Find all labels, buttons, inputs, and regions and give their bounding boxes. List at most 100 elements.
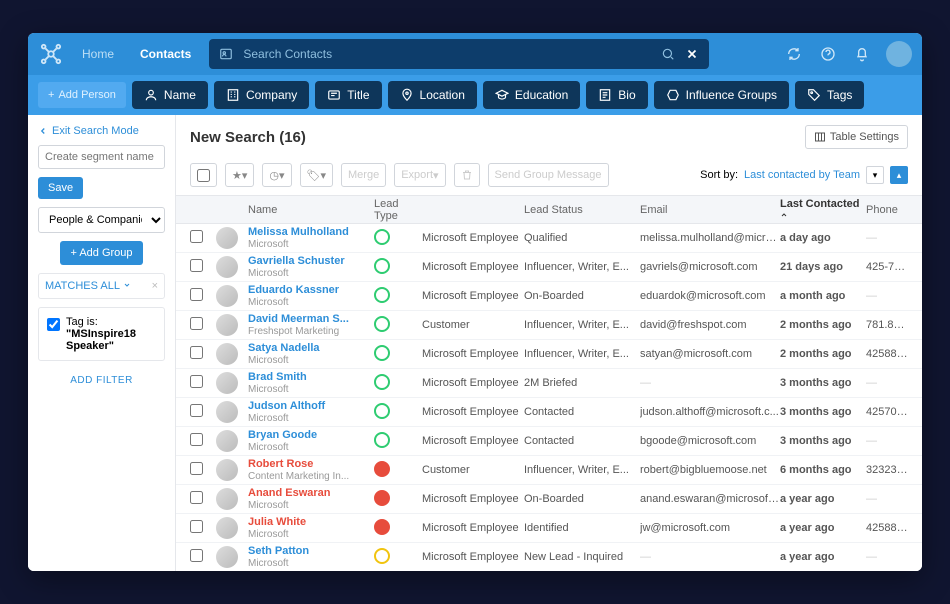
remove-match-icon[interactable]: ×	[152, 280, 158, 292]
col-lastcontacted[interactable]: Last Contacted	[780, 198, 866, 222]
people-companies-select[interactable]: People & Companies	[38, 207, 165, 233]
delete-button[interactable]	[454, 163, 480, 187]
add-filter-button[interactable]: ADD FILTER	[38, 369, 165, 392]
email: —	[640, 551, 780, 563]
phone: —	[866, 551, 908, 563]
add-person-button[interactable]: +Add Person	[38, 82, 126, 108]
table-row[interactable]: Julia WhiteMicrosoftMicrosoft EmployeeId…	[176, 514, 922, 543]
contact-company: Freshspot Marketing	[248, 326, 374, 337]
exit-search-link[interactable]: Exit Search Mode	[38, 125, 165, 137]
row-checkbox[interactable]	[190, 259, 203, 272]
save-button[interactable]: Save	[38, 177, 83, 199]
avatar	[216, 430, 238, 452]
merge-button[interactable]: Merge	[341, 163, 386, 187]
row-checkbox[interactable]	[190, 520, 203, 533]
col-leadtype[interactable]: Lead Type	[374, 198, 422, 222]
filter-pill-bio[interactable]: Bio	[586, 81, 647, 109]
sort-value[interactable]: Last contacted by Team	[744, 169, 860, 181]
email: anand.eswaran@microsoft.com	[640, 493, 780, 505]
table-row[interactable]: Eduardo KassnerMicrosoftMicrosoft Employ…	[176, 282, 922, 311]
row-checkbox[interactable]	[190, 288, 203, 301]
tag-button[interactable]: 🏷▾	[300, 163, 334, 187]
lead-status: Influencer, Writer, E...	[524, 464, 640, 476]
email: eduardok@microsoft.com	[640, 290, 780, 302]
add-group-button[interactable]: + Add Group	[60, 241, 142, 265]
contact-name[interactable]: Julia White	[248, 516, 374, 528]
bell-icon[interactable]	[852, 44, 872, 64]
select-all-checkbox[interactable]	[190, 163, 217, 187]
col-leadstatus[interactable]: Lead Status	[524, 204, 640, 216]
table-row[interactable]: Melissa MulhollandMicrosoftMicrosoft Emp…	[176, 224, 922, 253]
contact-name[interactable]: Robert Rose	[248, 458, 374, 470]
last-contacted: 3 months ago	[780, 406, 866, 418]
table-row[interactable]: Seth PattonMicrosoftMicrosoft EmployeeNe…	[176, 543, 922, 571]
export-button[interactable]: Export ▾	[394, 163, 445, 187]
lead-type: Microsoft Employee	[422, 406, 524, 418]
row-checkbox[interactable]	[190, 346, 203, 359]
filter-pill-name[interactable]: Name	[132, 81, 208, 109]
table-row[interactable]: Judson AlthoffMicrosoftMicrosoft Employe…	[176, 398, 922, 427]
filter-pill-company[interactable]: Company	[214, 81, 309, 109]
contact-name[interactable]: David Meerman S...	[248, 313, 374, 325]
row-checkbox[interactable]	[190, 317, 203, 330]
status-dot-icon	[374, 519, 390, 535]
sync-icon[interactable]	[784, 44, 804, 64]
table-settings-button[interactable]: Table Settings	[805, 125, 908, 149]
search-input[interactable]	[243, 47, 651, 61]
main-panel: New Search (16) Table Settings ★▾ ◷▾ 🏷▾ …	[176, 115, 922, 571]
filter-pill-location[interactable]: Location	[388, 81, 477, 109]
sort-asc-button[interactable]: ▾	[866, 166, 884, 184]
user-avatar[interactable]	[886, 41, 912, 67]
table-row[interactable]: Brad SmithMicrosoftMicrosoft Employee2M …	[176, 369, 922, 398]
col-email[interactable]: Email	[640, 204, 780, 216]
row-checkbox[interactable]	[190, 433, 203, 446]
table-row[interactable]: Robert RoseContent Marketing In...Custom…	[176, 456, 922, 485]
tag-filter-checkbox[interactable]	[47, 318, 60, 331]
row-checkbox[interactable]	[190, 230, 203, 243]
avatar	[216, 372, 238, 394]
nav-home[interactable]: Home	[74, 47, 122, 61]
contact-name[interactable]: Eduardo Kassner	[248, 284, 374, 296]
timer-button[interactable]: ◷▾	[262, 163, 291, 187]
lead-status: On-Boarded	[524, 493, 640, 505]
filter-pill-influence-groups[interactable]: Influence Groups	[654, 81, 789, 109]
segment-name-input[interactable]	[38, 145, 165, 169]
nav-contacts[interactable]: Contacts	[132, 47, 199, 61]
table-row[interactable]: Satya NadellaMicrosoftMicrosoft Employee…	[176, 340, 922, 369]
match-mode[interactable]: MATCHES ALL ×	[38, 273, 165, 299]
sort-desc-button[interactable]: ▴	[890, 166, 908, 184]
contact-name[interactable]: Melissa Mulholland	[248, 226, 374, 238]
contact-name[interactable]: Anand Eswaran	[248, 487, 374, 499]
app-logo[interactable]	[38, 41, 64, 67]
help-icon[interactable]	[818, 44, 838, 64]
col-name[interactable]: Name	[248, 204, 374, 216]
row-checkbox[interactable]	[190, 462, 203, 475]
row-checkbox[interactable]	[190, 549, 203, 562]
last-contacted: a year ago	[780, 551, 866, 563]
row-checkbox[interactable]	[190, 404, 203, 417]
table-row[interactable]: Bryan GoodeMicrosoftMicrosoft EmployeeCo…	[176, 427, 922, 456]
contact-name[interactable]: Brad Smith	[248, 371, 374, 383]
table-row[interactable]: David Meerman S...Freshspot MarketingCus…	[176, 311, 922, 340]
filter-pill-title[interactable]: Title	[315, 81, 381, 109]
clear-search-icon[interactable]	[685, 47, 699, 61]
search-icon[interactable]	[661, 47, 675, 61]
table-row[interactable]: Gavriella SchusterMicrosoftMicrosoft Emp…	[176, 253, 922, 282]
row-checkbox[interactable]	[190, 491, 203, 504]
table-row[interactable]: Anand EswaranMicrosoftMicrosoft Employee…	[176, 485, 922, 514]
row-checkbox[interactable]	[190, 375, 203, 388]
status-dot-icon	[374, 432, 390, 448]
contact-name[interactable]: Gavriella Schuster	[248, 255, 374, 267]
contact-name[interactable]: Satya Nadella	[248, 342, 374, 354]
contact-company: Microsoft	[248, 355, 374, 366]
contact-name[interactable]: Judson Althoff	[248, 400, 374, 412]
search-box[interactable]	[209, 39, 709, 69]
contact-name[interactable]: Bryan Goode	[248, 429, 374, 441]
col-phone[interactable]: Phone	[866, 204, 908, 216]
contact-name[interactable]: Seth Patton	[248, 545, 374, 557]
send-group-button[interactable]: Send Group Message	[488, 163, 609, 187]
filter-pill-tags[interactable]: Tags	[795, 81, 864, 109]
lead-type: Microsoft Employee	[422, 551, 524, 563]
filter-pill-education[interactable]: Education	[483, 81, 580, 109]
star-button[interactable]: ★▾	[225, 163, 254, 187]
